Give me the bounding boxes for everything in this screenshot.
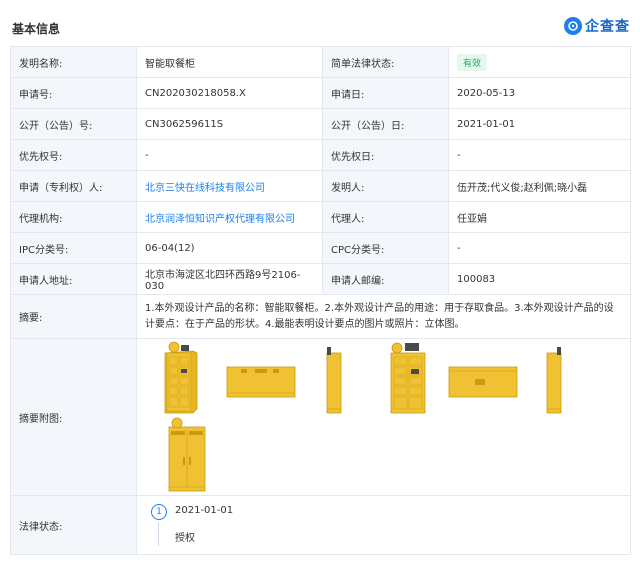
priority-date-value: -: [448, 139, 631, 171]
inventor-value: 伍开茂;代义俊;赵利佩;晓小磊: [448, 170, 631, 202]
invention-name-label: 发明名称:: [10, 46, 137, 78]
priority-number-value: -: [136, 139, 323, 171]
table-row: 申请号: CN202030218058.X 申请日: 2020-05-13: [10, 77, 631, 109]
abstract-text: 1.本外观设计产品的名称：智能取餐柜。2.本外观设计产品的用途：用于存取食品。3…: [136, 294, 631, 339]
applicant-postcode-label: 申请人邮编:: [322, 263, 449, 295]
timeline-step-marker: 1: [151, 504, 167, 520]
legal-status-label: 简单法律状态:: [322, 46, 449, 78]
applicant-address-label: 申请人地址:: [10, 263, 137, 295]
timeline-line: [158, 522, 159, 546]
applicant-address-value: 北京市海淀区北四环西路9号2106-030: [136, 263, 323, 295]
legal-status-history-label: 法律状态:: [10, 495, 137, 555]
legal-status-cell: 有效: [448, 46, 631, 78]
table-row: 发明名称: 智能取餐柜 简单法律状态: 有效: [10, 46, 631, 78]
agency-link[interactable]: 北京润泽恒知识产权代理有限公司: [145, 214, 295, 225]
applicant-postcode-value: 100083: [448, 263, 631, 295]
table-row: 代理机构: 北京润泽恒知识产权代理有限公司 代理人: 任亚娟: [10, 201, 631, 233]
table-row: IPC分类号: 06-04(12) CPC分类号: -: [10, 232, 631, 264]
publication-date-label: 公开（公告）日:: [322, 108, 449, 140]
patent-figure-front[interactable]: [390, 342, 426, 414]
application-number-label: 申请号:: [10, 77, 137, 109]
section-header: 基本信息 企查查: [10, 0, 630, 42]
patent-figure-bottom[interactable]: [448, 366, 518, 398]
patent-info-table: 发明名称: 智能取餐柜 简单法律状态: 有效 申请号: CN2020302180…: [10, 46, 631, 555]
table-row: 摘要附图:: [10, 338, 631, 496]
abstract-images: [145, 339, 622, 495]
cpc-label: CPC分类号:: [322, 232, 449, 264]
publication-number-value: CN306259611S: [136, 108, 323, 140]
application-date-value: 2020-05-13: [448, 77, 631, 109]
publication-number-label: 公开（公告）号:: [10, 108, 137, 140]
status-badge: 有效: [457, 53, 488, 71]
publication-date-value: 2021-01-01: [448, 108, 631, 140]
legal-status-history-cell: 1 2021-01-01 授权: [136, 495, 631, 555]
applicant-label: 申请（专利权）人:: [10, 170, 137, 202]
table-row: 优先权号: - 优先权日: -: [10, 139, 631, 171]
logo-text: 企查查: [585, 19, 630, 35]
abstract-label: 摘要:: [10, 294, 137, 339]
qichacha-logo-icon: [564, 17, 582, 35]
table-row: 申请人地址: 北京市海淀区北四环西路9号2106-030 申请人邮编: 1000…: [10, 263, 631, 295]
patent-figure-front-perspective[interactable]: [164, 341, 198, 414]
legal-event-date: 2021-01-01: [175, 505, 234, 516]
ipc-value: 06-04(12): [136, 232, 323, 264]
patent-figure-top[interactable]: [226, 366, 296, 398]
invention-name-value: 智能取餐柜: [136, 46, 323, 78]
table-row: 法律状态: 1 2021-01-01 授权: [10, 495, 631, 555]
priority-number-label: 优先权号:: [10, 139, 137, 171]
abstract-images-cell: [136, 338, 631, 496]
priority-date-label: 优先权日:: [322, 139, 449, 171]
table-row: 摘要: 1.本外观设计产品的名称：智能取餐柜。2.本外观设计产品的用途：用于存取…: [10, 294, 631, 339]
section-title: 基本信息: [12, 22, 61, 36]
legal-timeline: 1 2021-01-01 授权: [145, 496, 622, 554]
application-number-value: CN202030218058.X: [136, 77, 323, 109]
abstract-images-label: 摘要附图:: [10, 338, 137, 496]
cpc-value: -: [448, 232, 631, 264]
agency-cell: 北京润泽恒知识产权代理有限公司: [136, 201, 323, 233]
patent-figure-side-2[interactable]: [546, 347, 562, 414]
applicant-link[interactable]: 北京三快在线科技有限公司: [145, 183, 265, 194]
patent-figure-side[interactable]: [326, 347, 342, 414]
legal-event-status: 授权: [175, 533, 195, 544]
ipc-label: IPC分类号:: [10, 232, 137, 264]
patent-figure-rear[interactable]: [168, 417, 206, 492]
applicant-cell: 北京三快在线科技有限公司: [136, 170, 323, 202]
table-row: 公开（公告）号: CN306259611S 公开（公告）日: 2021-01-0…: [10, 108, 631, 140]
agency-label: 代理机构:: [10, 201, 137, 233]
application-date-label: 申请日:: [322, 77, 449, 109]
agent-label: 代理人:: [322, 201, 449, 233]
agent-value: 任亚娟: [448, 201, 631, 233]
table-row: 申请（专利权）人: 北京三快在线科技有限公司 发明人: 伍开茂;代义俊;赵利佩;…: [10, 170, 631, 202]
qichacha-logo[interactable]: 企查查: [564, 16, 630, 36]
inventor-label: 发明人:: [322, 170, 449, 202]
